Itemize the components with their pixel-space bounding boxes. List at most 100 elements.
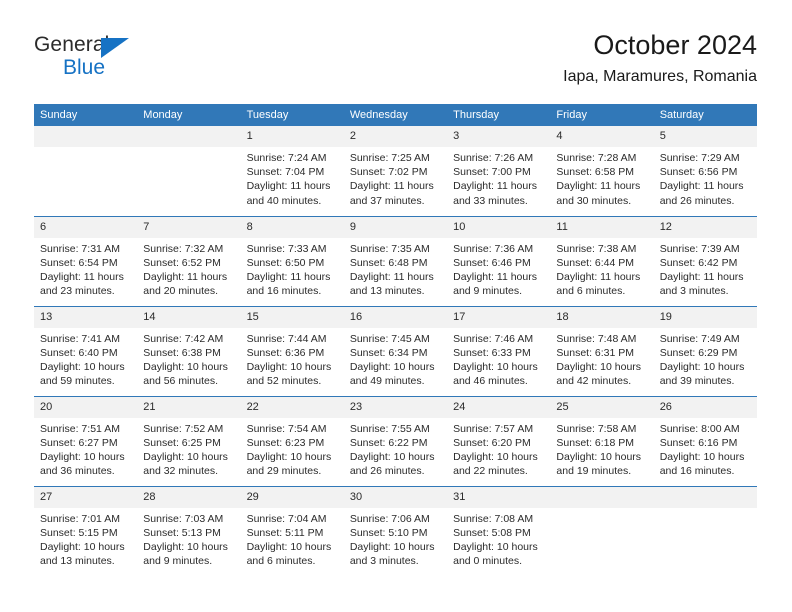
sunrise-text: Sunrise: 7:54 AM: [246, 422, 327, 435]
day-number: 28: [137, 486, 241, 508]
calendar-day-cell[interactable]: 24 Sunrise: 7:57 AM Sunset: 6:20 PM Dayligh…: [447, 395, 551, 486]
daylight-text: Daylight: 10 hours: [143, 450, 228, 463]
day-sun-info: Sunrise: 7:26 AM Sunset: 7:00 PM Daylight:…: [447, 147, 550, 208]
calendar-day-cell[interactable]: 16 Sunrise: 7:45 AM Sunset: 6:34 PM Dayligh…: [343, 305, 448, 396]
calendar-day-cell[interactable]: 12 Sunrise: 7:39 AM Sunset: 6:42 PM Dayligh…: [653, 215, 757, 306]
day-sun-info: Sunrise: 7:46 AM Sunset: 6:33 PM Daylight:…: [447, 328, 550, 389]
calendar-day-cell[interactable]: 19 Sunrise: 7:49 AM Sunset: 6:29 PM Dayligh…: [653, 305, 757, 396]
calendar-day-cell[interactable]: 28 Sunrise: 7:03 AM Sunset: 5:13 PM Dayligh…: [137, 485, 241, 576]
calendar-page: General Blue October 2024 Iapa, Maramure…: [0, 0, 792, 612]
day-number: 5: [653, 126, 757, 147]
calendar-day-cell[interactable]: 20 Sunrise: 7:51 AM Sunset: 6:27 PM Dayligh…: [34, 395, 138, 486]
day-number: 10: [447, 216, 551, 238]
daylight-text-cont: and 13 minutes.: [349, 285, 425, 298]
daylight-text: Daylight: 11 hours: [246, 180, 331, 193]
calendar-day-cell[interactable]: 30 Sunrise: 7:06 AM Sunset: 5:10 PM Dayligh…: [343, 485, 448, 576]
day-number: 2: [343, 126, 448, 147]
day-number: 18: [550, 306, 654, 328]
daylight-text: Daylight: 10 hours: [143, 360, 228, 373]
calendar-day-cell[interactable]: 11 Sunrise: 7:38 AM Sunset: 6:44 PM Dayligh…: [550, 215, 654, 306]
daylight-text-cont: and 3 minutes.: [659, 285, 729, 298]
day-sun-info: Sunrise: 7:35 AM Sunset: 6:48 PM Daylight:…: [344, 238, 447, 299]
calendar-day-cell[interactable]: 13 Sunrise: 7:41 AM Sunset: 6:40 PM Dayligh…: [34, 305, 138, 396]
day-sun-info: Sunrise: 7:08 AM Sunset: 5:08 PM Daylight:…: [447, 508, 550, 569]
calendar-day-cell[interactable]: 2 Sunrise: 7:25 AM Sunset: 7:02 PM Daylight…: [343, 126, 448, 216]
daylight-text-cont: and 59 minutes.: [40, 375, 115, 388]
daylight-text-cont: and 0 minutes.: [453, 555, 523, 568]
daylight-text-cont: and 26 minutes.: [349, 465, 425, 478]
daylight-text-cont: and 37 minutes.: [349, 194, 425, 207]
sunset-text: Sunset: 5:10 PM: [349, 526, 428, 539]
sunrise-text: Sunrise: 7:24 AM: [246, 152, 327, 164]
daylight-text: Daylight: 10 hours: [659, 450, 745, 463]
calendar-day-cell[interactable]: 14 Sunrise: 7:42 AM Sunset: 6:38 PM Dayligh…: [137, 305, 241, 396]
day-sun-info: Sunrise: 7:51 AM Sunset: 6:27 PM Daylight:…: [34, 418, 137, 479]
day-number: 24: [447, 396, 551, 418]
calendar-day-cell[interactable]: 1 Sunrise: 7:24 AM Sunset: 7:04 PM Daylight…: [240, 126, 344, 216]
day-number: 7: [137, 216, 241, 238]
daylight-text: Daylight: 10 hours: [246, 450, 332, 463]
sunrise-text: Sunrise: 7:33 AM: [246, 242, 327, 255]
day-sun-info: Sunrise: 7:55 AM Sunset: 6:22 PM Daylight:…: [344, 418, 447, 479]
sunset-text: Sunset: 6:33 PM: [453, 346, 531, 359]
calendar-day-cell[interactable]: 8 Sunrise: 7:33 AM Sunset: 6:50 PM Daylight…: [240, 215, 344, 306]
calendar-day-cell[interactable]: 26 Sunrise: 8:00 AM Sunset: 6:16 PM Dayligh…: [653, 395, 757, 486]
calendar-week-row: 1 Sunrise: 7:24 AM Sunset: 7:04 PM Daylight…: [34, 126, 757, 216]
sunrise-text: Sunrise: 7:55 AM: [349, 422, 430, 435]
daylight-text-cont: and 40 minutes.: [246, 194, 322, 207]
calendar-body: 1 Sunrise: 7:24 AM Sunset: 7:04 PM Daylight…: [34, 126, 757, 576]
sunset-text: Sunset: 6:31 PM: [556, 346, 635, 359]
brand-logo[interactable]: General Blue: [34, 33, 234, 85]
day-number: 11: [550, 216, 654, 238]
calendar-day-cell[interactable]: 15 Sunrise: 7:44 AM Sunset: 6:36 PM Dayligh…: [240, 305, 344, 396]
daylight-text: Daylight: 10 hours: [659, 360, 745, 373]
day-sun-info: Sunrise: 7:28 AM Sunset: 6:58 PM Daylight:…: [550, 147, 653, 208]
sunrise-text: Sunrise: 7:42 AM: [143, 332, 224, 345]
day-sun-info: Sunrise: 7:54 AM Sunset: 6:23 PM Daylight:…: [241, 418, 344, 479]
calendar-day-cell[interactable]: 23 Sunrise: 7:55 AM Sunset: 6:22 PM Dayligh…: [343, 395, 448, 486]
calendar-day-cell[interactable]: 25 Sunrise: 7:58 AM Sunset: 6:18 PM Dayligh…: [550, 395, 654, 486]
daylight-text-cont: and 30 minutes.: [556, 194, 632, 207]
day-sun-info: Sunrise: 7:49 AM Sunset: 6:29 PM Daylight:…: [654, 328, 757, 389]
daylight-text-cont: and 56 minutes.: [143, 375, 218, 388]
calendar-day-cell[interactable]: 17 Sunrise: 7:46 AM Sunset: 6:33 PM Dayligh…: [447, 305, 551, 396]
sunset-text: Sunset: 6:27 PM: [40, 436, 118, 449]
day-number: 6: [34, 216, 138, 238]
day-number: 16: [343, 306, 448, 328]
calendar-day-cell[interactable]: 3 Sunrise: 7:26 AM Sunset: 7:00 PM Daylight…: [447, 126, 551, 216]
calendar-day-cell[interactable]: 10 Sunrise: 7:36 AM Sunset: 6:46 PM Dayligh…: [447, 215, 551, 306]
day-number: 15: [240, 306, 344, 328]
weekday-header-saturday: Saturday: [653, 104, 757, 126]
calendar-day-cell[interactable]: 7 Sunrise: 7:32 AM Sunset: 6:52 PM Daylight…: [137, 215, 241, 306]
calendar-day-cell[interactable]: 31 Sunrise: 7:08 AM Sunset: 5:08 PM Dayligh…: [447, 485, 551, 576]
daylight-text-cont: and 26 minutes.: [659, 194, 735, 207]
weekday-header-friday: Friday: [550, 104, 654, 126]
sunrise-text: Sunrise: 7:28 AM: [556, 152, 637, 164]
daylight-text: Daylight: 10 hours: [40, 450, 125, 463]
calendar-day-cell[interactable]: 22 Sunrise: 7:54 AM Sunset: 6:23 PM Dayligh…: [240, 395, 344, 486]
daylight-text-cont: and 9 minutes.: [143, 555, 213, 568]
day-number: [653, 486, 757, 508]
sunrise-text: Sunrise: 7:32 AM: [143, 242, 224, 255]
calendar-day-cell-empty: [653, 485, 757, 576]
daylight-text-cont: and 33 minutes.: [453, 194, 528, 207]
daylight-text: Daylight: 10 hours: [349, 540, 435, 553]
sunset-text: Sunset: 6:22 PM: [349, 436, 428, 449]
sunrise-text: Sunrise: 7:45 AM: [349, 332, 430, 345]
day-sun-info: Sunrise: 7:31 AM Sunset: 6:54 PM Daylight:…: [34, 238, 137, 299]
daylight-text-cont: and 29 minutes.: [246, 465, 322, 478]
calendar-day-cell[interactable]: 9 Sunrise: 7:35 AM Sunset: 6:48 PM Daylight…: [343, 215, 448, 306]
calendar-day-cell[interactable]: 27 Sunrise: 7:01 AM Sunset: 5:15 PM Dayligh…: [34, 485, 138, 576]
calendar-day-cell[interactable]: 6 Sunrise: 7:31 AM Sunset: 6:54 PM Daylight…: [34, 215, 138, 306]
daylight-text-cont: and 46 minutes.: [453, 375, 528, 388]
sunset-text: Sunset: 6:38 PM: [143, 346, 221, 359]
calendar-day-cell[interactable]: 4 Sunrise: 7:28 AM Sunset: 6:58 PM Daylight…: [550, 126, 654, 216]
day-sun-info: Sunrise: 7:48 AM Sunset: 6:31 PM Daylight:…: [550, 328, 653, 389]
calendar-day-cell[interactable]: 21 Sunrise: 7:52 AM Sunset: 6:25 PM Dayligh…: [137, 395, 241, 486]
calendar-day-cell[interactable]: 18 Sunrise: 7:48 AM Sunset: 6:31 PM Dayligh…: [550, 305, 654, 396]
calendar-day-cell[interactable]: 5 Sunrise: 7:29 AM Sunset: 6:56 PM Daylight…: [653, 126, 757, 216]
sunrise-text: Sunrise: 7:29 AM: [659, 152, 740, 164]
calendar-day-cell[interactable]: 29 Sunrise: 7:04 AM Sunset: 5:11 PM Dayligh…: [240, 485, 344, 576]
daylight-text-cont: and 16 minutes.: [659, 465, 735, 478]
sunrise-text: Sunrise: 7:26 AM: [453, 152, 534, 164]
